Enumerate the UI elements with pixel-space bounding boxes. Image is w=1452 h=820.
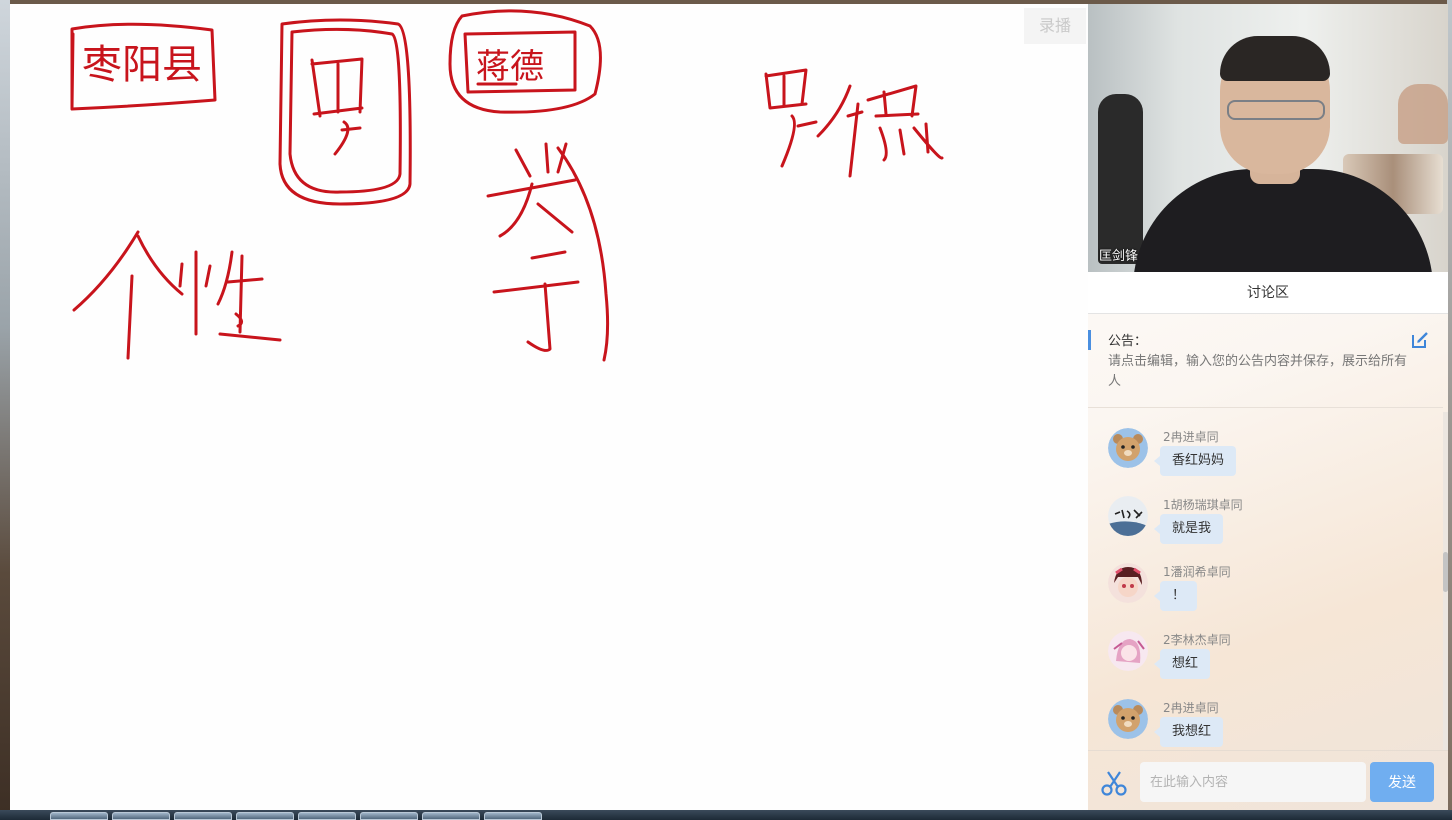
chat-message-list[interactable]: 2冉进卓同 香红妈妈 1胡杨瑞琪卓同 就是我 1潘润希卓同 ！ 2李林杰卓同 想…: [1088, 412, 1443, 750]
whiteboard-canvas[interactable]: 枣阳县 蒋德: [10, 4, 1088, 810]
chat-sender-name: 1胡杨瑞琪卓同: [1163, 498, 1243, 512]
send-button[interactable]: 发送: [1370, 762, 1434, 802]
screen: 枣阳县 蒋德 录播 匡剑锋 讨论区 公告： 请点击编辑，输入您的公告内容并保存，…: [0, 0, 1452, 820]
pink-anime-avatar-icon: [1108, 631, 1148, 671]
chat-sender-name: 2冉进卓同: [1163, 701, 1219, 715]
word-luo: [278, 18, 412, 206]
hanging-coat: [1098, 94, 1143, 264]
taskbar-button[interactable]: [236, 812, 294, 820]
chat-input-area: 发送: [1088, 750, 1448, 810]
chat-bubble: 我想红: [1153, 717, 1224, 747]
presenter-hair: [1220, 36, 1330, 81]
taskbar-button[interactable]: [174, 812, 232, 820]
chat-sender-name: 1潘润希卓同: [1163, 565, 1231, 579]
edit-icon[interactable]: [1410, 330, 1430, 350]
notice-text: 请点击编辑，输入您的公告内容并保存，展示给所有人: [1108, 354, 1408, 389]
bear-avatar-icon: [1108, 699, 1148, 739]
taskbar-button[interactable]: [50, 812, 108, 820]
word-luode: [764, 68, 944, 178]
presenter-name: 匡剑锋: [1099, 249, 1139, 264]
calligraphy-avatar-icon: [1108, 496, 1148, 536]
chat-sender-name: 2李林杰卓同: [1163, 633, 1231, 647]
chat-message: 2冉进卓同 我想红: [1108, 699, 1428, 750]
chat-message: 2李林杰卓同 想红: [1108, 631, 1428, 691]
chat-message: 2冉进卓同 香红妈妈: [1108, 428, 1428, 488]
side-panel: 匡剑锋 讨论区 公告： 请点击编辑，输入您的公告内容并保存，展示给所有人 2冉进…: [1088, 4, 1448, 810]
taskbar-button[interactable]: [298, 812, 356, 820]
taskbar-button[interactable]: [422, 812, 480, 820]
chat-bubble: 香红妈妈: [1153, 446, 1237, 476]
chat-bubble: 就是我: [1153, 514, 1224, 544]
bear-avatar-icon: [1108, 428, 1148, 468]
chat-message: 1胡杨瑞琪卓同 就是我: [1108, 496, 1428, 556]
glasses-icon: [1227, 100, 1325, 120]
lamp: [1398, 84, 1448, 144]
taskbar: [0, 810, 1452, 820]
chat-scrollbar-thumb[interactable]: [1443, 552, 1448, 592]
word-gexing: [72, 230, 282, 360]
anime-girl-avatar-icon: [1108, 563, 1148, 603]
notice-accent-bar: [1088, 330, 1091, 350]
record-button[interactable]: 录播: [1024, 8, 1086, 44]
notice-title: 公告：: [1108, 334, 1148, 349]
discussion-title: 讨论区: [1088, 272, 1448, 314]
taskbar-button[interactable]: [112, 812, 170, 820]
taskbar-button[interactable]: [360, 812, 418, 820]
presenter-video: 匡剑锋: [1088, 4, 1448, 272]
wb-text-zaoyangxian: 枣阳县: [82, 42, 202, 88]
handwriting-layer: 枣阳县 蒋德: [70, 9, 944, 362]
wb-text-jiangde: 蒋德: [476, 47, 544, 87]
desktop-background-left: [0, 0, 10, 820]
chat-sender-name: 2冉进卓同: [1163, 430, 1219, 444]
taskbar-button[interactable]: [484, 812, 542, 820]
notice-panel: 公告： 请点击编辑，输入您的公告内容并保存，展示给所有人: [1088, 316, 1443, 408]
chat-input[interactable]: [1140, 762, 1366, 802]
chat-scrollbar[interactable]: [1443, 412, 1448, 750]
chat-bubble: 想红: [1153, 649, 1211, 679]
word-xingge: [486, 142, 610, 362]
chat-message: 1潘润希卓同 ！: [1108, 563, 1428, 623]
chat-bubble: ！: [1153, 581, 1198, 611]
scissors-icon[interactable]: [1100, 769, 1128, 797]
